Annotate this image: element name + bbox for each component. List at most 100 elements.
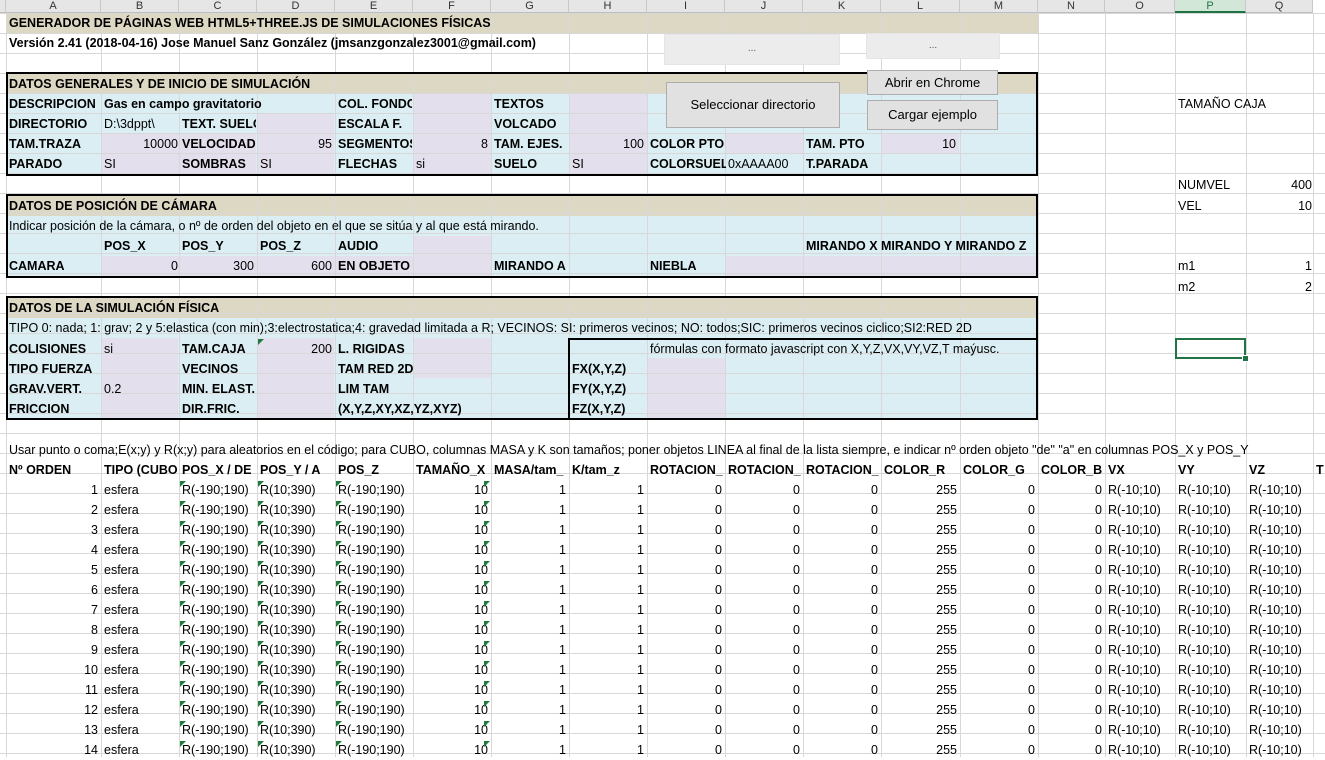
table-cell[interactable]: 0 bbox=[806, 660, 878, 680]
parado-value[interactable]: SI bbox=[104, 154, 178, 174]
table-cell[interactable]: R(-10;10) bbox=[1249, 640, 1310, 660]
table-cell[interactable]: 0 bbox=[963, 600, 1035, 620]
table-cell[interactable]: 10 bbox=[416, 620, 488, 640]
sombras-value[interactable]: SI bbox=[260, 154, 334, 174]
table-cell[interactable]: 0 bbox=[728, 700, 800, 720]
table-cell[interactable]: R(-10;10) bbox=[1108, 540, 1172, 560]
table-cell[interactable]: R(10;390) bbox=[260, 580, 332, 600]
table-cell[interactable]: R(-190;190) bbox=[182, 480, 254, 500]
table-cell[interactable]: 0 bbox=[1041, 520, 1102, 540]
table-cell[interactable]: 0 bbox=[728, 720, 800, 740]
table-cell[interactable]: 0 bbox=[1041, 640, 1102, 660]
table-cell[interactable]: 255 bbox=[884, 720, 957, 740]
table-cell[interactable]: R(-190;190) bbox=[338, 720, 410, 740]
table-cell[interactable]: 0 bbox=[806, 640, 878, 660]
table-cell[interactable]: R(-10;10) bbox=[1108, 520, 1172, 540]
table-cell[interactable]: R(-10;10) bbox=[1178, 700, 1243, 720]
table-cell[interactable]: 0 bbox=[963, 720, 1035, 740]
load-example-button[interactable]: Cargar ejemplo bbox=[867, 100, 998, 130]
table-cell[interactable]: 0 bbox=[963, 480, 1035, 500]
segmentos-value[interactable]: 8 bbox=[414, 134, 488, 154]
table-cell[interactable]: 10 bbox=[416, 680, 488, 700]
tam-traza-value[interactable]: 10000 bbox=[104, 134, 178, 154]
table-cell[interactable]: R(-10;10) bbox=[1178, 580, 1243, 600]
table-cell[interactable]: R(-190;190) bbox=[338, 560, 410, 580]
table-cell[interactable]: R(-190;190) bbox=[338, 740, 410, 760]
table-cell[interactable]: 1 bbox=[572, 600, 644, 620]
numvel-value[interactable]: 400 bbox=[1246, 175, 1312, 195]
table-cell[interactable]: 0 bbox=[650, 620, 722, 640]
table-cell[interactable]: R(-10;10) bbox=[1108, 680, 1172, 700]
velocidad-value[interactable]: 95 bbox=[258, 134, 332, 154]
table-cell[interactable]: 10 bbox=[416, 640, 488, 660]
table-cell[interactable]: 1 bbox=[572, 480, 644, 500]
directorio-value[interactable]: D:\3dppt\ bbox=[104, 114, 178, 134]
table-cell[interactable]: 0 bbox=[963, 520, 1035, 540]
table-cell[interactable]: R(-10;10) bbox=[1178, 680, 1243, 700]
table-cell[interactable]: R(-10;10) bbox=[1249, 620, 1310, 640]
table-cell[interactable]: 0 bbox=[1041, 700, 1102, 720]
table-cell[interactable]: R(-190;190) bbox=[182, 560, 254, 580]
table-cell[interactable]: R(-10;10) bbox=[1108, 500, 1172, 520]
table-cell[interactable]: R(-10;10) bbox=[1108, 600, 1172, 620]
table-cell[interactable]: 255 bbox=[884, 480, 957, 500]
table-cell[interactable]: R(-10;10) bbox=[1178, 560, 1243, 580]
table-cell[interactable]: 3 bbox=[9, 520, 98, 540]
table-cell[interactable]: 255 bbox=[884, 680, 957, 700]
table-cell[interactable]: esfera bbox=[104, 540, 176, 560]
table-cell[interactable]: 0 bbox=[728, 540, 800, 560]
table-cell[interactable]: R(10;390) bbox=[260, 600, 332, 620]
table-cell[interactable]: 0 bbox=[1041, 480, 1102, 500]
table-cell[interactable]: 0 bbox=[806, 580, 878, 600]
table-cell[interactable]: 0 bbox=[963, 540, 1035, 560]
table-cell[interactable]: R(-10;10) bbox=[1249, 480, 1310, 500]
table-cell[interactable]: R(10;390) bbox=[260, 700, 332, 720]
table-cell[interactable]: 10 bbox=[416, 560, 488, 580]
table-cell[interactable]: esfera bbox=[104, 620, 176, 640]
table-cell[interactable]: esfera bbox=[104, 480, 176, 500]
table-cell[interactable]: 0 bbox=[1041, 720, 1102, 740]
table-cell[interactable]: 0 bbox=[728, 640, 800, 660]
table-cell[interactable]: R(10;390) bbox=[260, 480, 332, 500]
table-cell[interactable]: 12 bbox=[9, 700, 98, 720]
table-cell[interactable]: 10 bbox=[416, 580, 488, 600]
table-cell[interactable]: 0 bbox=[650, 580, 722, 600]
table-cell[interactable]: 0 bbox=[963, 640, 1035, 660]
flechas-value[interactable]: si bbox=[416, 154, 490, 174]
table-cell[interactable]: 10 bbox=[416, 540, 488, 560]
table-cell[interactable]: 1 bbox=[494, 500, 566, 520]
table-cell[interactable]: 0 bbox=[650, 520, 722, 540]
table-cell[interactable]: 0 bbox=[650, 740, 722, 760]
table-cell[interactable]: 255 bbox=[884, 500, 957, 520]
column-header-H[interactable]: H bbox=[569, 0, 647, 13]
table-cell[interactable]: R(-190;190) bbox=[338, 580, 410, 600]
table-cell[interactable]: esfera bbox=[104, 560, 176, 580]
table-cell[interactable]: 0 bbox=[650, 560, 722, 580]
table-cell[interactable]: R(-190;190) bbox=[338, 700, 410, 720]
table-cell[interactable]: R(-190;190) bbox=[182, 740, 254, 760]
descripcion-value[interactable]: Gas en campo gravitatorio bbox=[104, 94, 334, 114]
table-cell[interactable]: R(-10;10) bbox=[1178, 540, 1243, 560]
table-cell[interactable]: 0 bbox=[1041, 740, 1102, 760]
table-cell[interactable]: 1 bbox=[494, 520, 566, 540]
table-cell[interactable]: 6 bbox=[9, 580, 98, 600]
table-cell[interactable]: 10 bbox=[416, 600, 488, 620]
vel-value[interactable]: 10 bbox=[1246, 196, 1312, 216]
table-cell[interactable]: 0 bbox=[650, 700, 722, 720]
table-cell[interactable]: 0 bbox=[650, 480, 722, 500]
table-cell[interactable]: 0 bbox=[1041, 540, 1102, 560]
table-cell[interactable]: R(-10;10) bbox=[1108, 720, 1172, 740]
table-cell[interactable]: 1 bbox=[572, 540, 644, 560]
table-cell[interactable]: 0 bbox=[1041, 580, 1102, 600]
table-cell[interactable]: esfera bbox=[104, 700, 176, 720]
table-cell[interactable]: 14 bbox=[9, 740, 98, 760]
table-cell[interactable]: R(10;390) bbox=[260, 720, 332, 740]
table-cell[interactable]: R(-190;190) bbox=[338, 500, 410, 520]
directory-path-button[interactable]: ... bbox=[664, 34, 840, 65]
table-cell[interactable]: 0 bbox=[963, 620, 1035, 640]
table-cell[interactable]: 0 bbox=[963, 660, 1035, 680]
table-cell[interactable]: R(-190;190) bbox=[182, 620, 254, 640]
select-directory-button[interactable]: Seleccionar directorio bbox=[666, 82, 840, 128]
table-cell[interactable]: 0 bbox=[963, 560, 1035, 580]
table-cell[interactable]: 0 bbox=[806, 720, 878, 740]
